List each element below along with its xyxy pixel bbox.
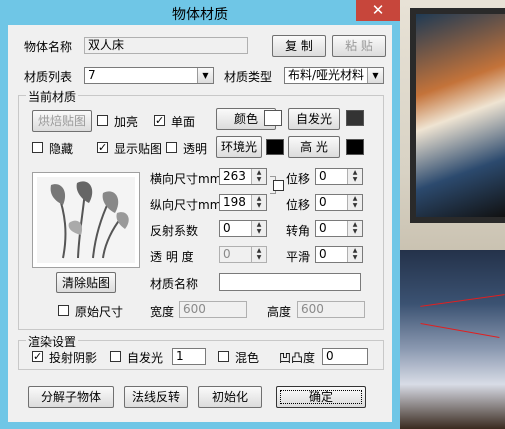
material-type-value: 布料/哑光材料 bbox=[288, 68, 365, 82]
window-title: 物体材质 bbox=[172, 7, 228, 23]
copy-button[interactable]: 复 制 bbox=[272, 35, 326, 57]
self-glow-input[interactable]: 1 bbox=[172, 348, 206, 365]
blend-checkbox[interactable] bbox=[218, 351, 229, 362]
reflect-input[interactable]: 0 ▲ ▼ bbox=[219, 220, 267, 237]
width-field: 600 bbox=[179, 301, 247, 318]
ambient-button[interactable]: 环境光 bbox=[216, 136, 262, 158]
material-name-input[interactable] bbox=[219, 273, 361, 291]
cast-shadow-checkbox[interactable]: ✓ bbox=[32, 351, 43, 362]
close-button[interactable]: ✕ bbox=[356, 0, 400, 21]
transparent-checkbox[interactable] bbox=[166, 142, 177, 153]
height-field: 600 bbox=[297, 301, 365, 318]
material-dialog: 物体材质 ✕ 物体名称 双人床 复 制 粘 贴 材质列表 7 ▼ 材质类型 布料… bbox=[0, 0, 400, 429]
offset2-label: 位移 bbox=[286, 198, 311, 212]
spin-arrows: ▲ ▼ bbox=[251, 247, 266, 262]
spin-arrows[interactable]: ▲ ▼ bbox=[251, 169, 266, 184]
single-face-checkbox[interactable]: ✓ bbox=[154, 115, 165, 126]
ambient-swatch[interactable] bbox=[266, 139, 284, 155]
render-settings-title: 渲染设置 bbox=[26, 333, 79, 350]
cast-shadow-label: 投射阴影 bbox=[49, 351, 98, 365]
chevron-down-icon: ▼ bbox=[367, 68, 383, 83]
material-list-label: 材质列表 bbox=[24, 70, 73, 84]
lock-size-checkbox[interactable] bbox=[273, 180, 284, 191]
spin-arrows[interactable]: ▲ ▼ bbox=[347, 169, 362, 184]
height-label: 高度 bbox=[267, 305, 292, 319]
highlight-label: 加亮 bbox=[114, 115, 139, 129]
bump-input[interactable]: 0 bbox=[322, 348, 368, 365]
material-name-label: 材质名称 bbox=[150, 277, 199, 291]
bump-label: 凹凸度 bbox=[279, 351, 316, 365]
single-face-label: 单面 bbox=[171, 115, 196, 129]
smooth-label: 平滑 bbox=[286, 250, 311, 264]
offset1-input[interactable]: 0 ▲ ▼ bbox=[315, 168, 363, 185]
original-size-label: 原始尺寸 bbox=[75, 305, 124, 319]
material-type-select[interactable]: 布料/哑光材料 ▼ bbox=[284, 67, 384, 84]
transparent-label: 透明 bbox=[183, 142, 208, 156]
color-swatch[interactable] bbox=[264, 110, 282, 126]
object-name-label: 物体名称 bbox=[24, 40, 73, 54]
object-name-field: 双人床 bbox=[84, 37, 248, 54]
show-texture-checkbox[interactable]: ✓ bbox=[97, 142, 108, 153]
hide-checkbox[interactable] bbox=[32, 142, 43, 153]
viewport-scene bbox=[400, 0, 505, 429]
glow-button[interactable]: 自发光 bbox=[288, 108, 340, 130]
spin-arrows[interactable]: ▲ ▼ bbox=[347, 221, 362, 236]
highlight-checkbox[interactable] bbox=[97, 115, 108, 126]
offset1-label: 位移 bbox=[286, 172, 311, 186]
v-size-input[interactable]: 198 ▲ ▼ bbox=[219, 194, 267, 211]
specular-button[interactable]: 高 光 bbox=[288, 136, 340, 158]
clear-texture-button[interactable]: 清除贴图 bbox=[56, 272, 116, 293]
spin-arrows[interactable]: ▲ ▼ bbox=[347, 195, 362, 210]
h-size-input[interactable]: 263 ▲ ▼ bbox=[219, 168, 267, 185]
current-material-title: 当前材质 bbox=[26, 88, 79, 105]
self-glow-label: 自发光 bbox=[127, 351, 164, 365]
offset2-input[interactable]: 0 ▲ ▼ bbox=[315, 194, 363, 211]
chevron-down-icon: ▼ bbox=[197, 68, 213, 83]
bed-render bbox=[400, 250, 505, 429]
wall-painting bbox=[410, 8, 505, 223]
initialize-button[interactable]: 初始化 bbox=[198, 386, 262, 408]
paste-button[interactable]: 粘 贴 bbox=[332, 35, 386, 57]
rotate-label: 转角 bbox=[286, 224, 311, 238]
texture-preview[interactable] bbox=[32, 172, 140, 268]
blend-label: 混色 bbox=[235, 351, 260, 365]
material-list-value: 7 bbox=[88, 68, 96, 82]
h-size-label: 横向尺寸mm bbox=[150, 172, 222, 186]
bake-texture-button[interactable]: 烘焙贴图 bbox=[32, 110, 92, 132]
v-size-label: 纵向尺寸mm bbox=[150, 198, 222, 212]
ok-button[interactable]: 确定 bbox=[276, 386, 366, 408]
material-list-select[interactable]: 7 ▼ bbox=[84, 67, 214, 84]
width-label: 宽度 bbox=[150, 305, 175, 319]
show-texture-label: 显示贴图 bbox=[114, 142, 163, 156]
reflect-label: 反射系数 bbox=[150, 224, 199, 238]
transparency-input: 0 ▲ ▼ bbox=[219, 246, 267, 263]
smooth-input[interactable]: 0 ▲ ▼ bbox=[315, 246, 363, 263]
flip-normal-button[interactable]: 法线反转 bbox=[124, 386, 188, 408]
rotate-input[interactable]: 0 ▲ ▼ bbox=[315, 220, 363, 237]
hide-label: 隐藏 bbox=[49, 142, 74, 156]
specular-swatch[interactable] bbox=[346, 139, 364, 155]
calla-lily-image bbox=[33, 173, 139, 267]
original-size-checkbox[interactable] bbox=[58, 305, 69, 316]
self-glow-checkbox[interactable] bbox=[110, 351, 121, 362]
decompose-button[interactable]: 分解子物体 bbox=[28, 386, 114, 408]
spin-arrows[interactable]: ▲ ▼ bbox=[251, 195, 266, 210]
transparency-label: 透 明 度 bbox=[150, 250, 194, 264]
material-type-label: 材质类型 bbox=[224, 70, 273, 84]
glow-swatch[interactable] bbox=[346, 110, 364, 126]
spin-arrows[interactable]: ▲ ▼ bbox=[347, 247, 362, 262]
spin-arrows[interactable]: ▲ ▼ bbox=[251, 221, 266, 236]
